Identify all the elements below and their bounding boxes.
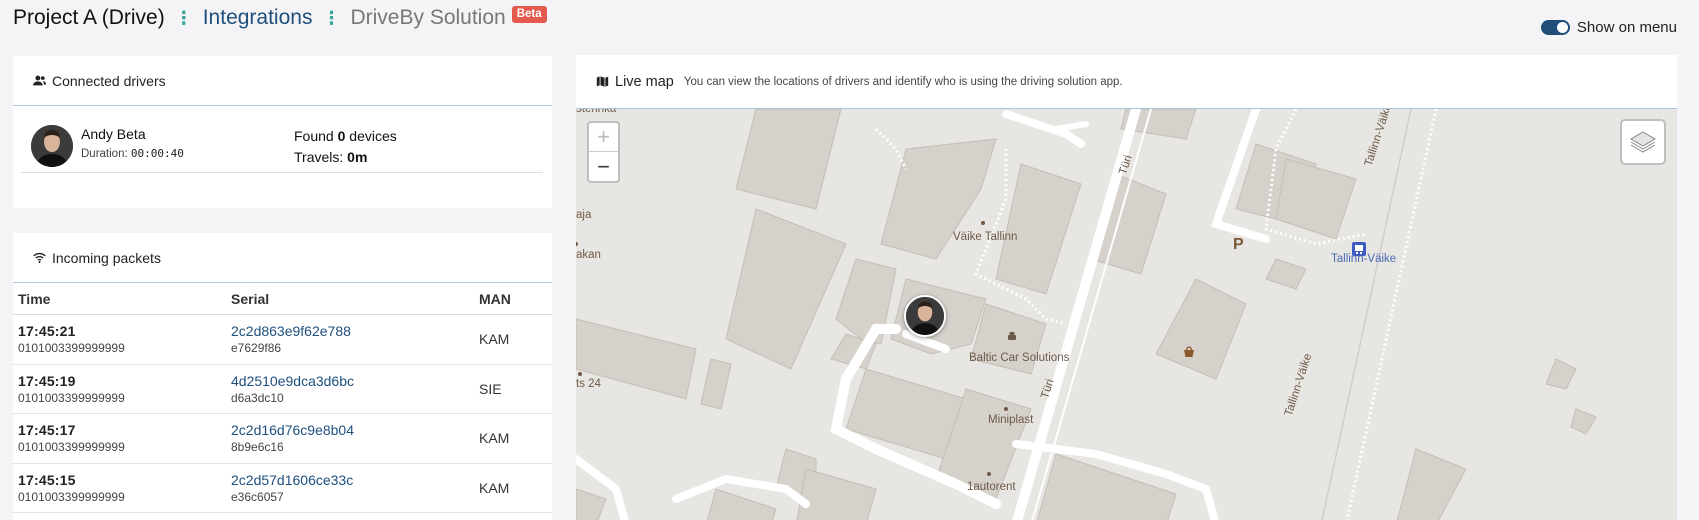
- poi-label-1autorent: 1autorent: [967, 481, 1016, 493]
- packet-man: KAM: [479, 479, 510, 496]
- connected-drivers-header: Connected drivers: [13, 56, 552, 106]
- column-header-serial[interactable]: Serial: [231, 291, 479, 307]
- map-edge-label: aja: [576, 209, 592, 221]
- zoom-out-button[interactable]: −: [589, 152, 618, 181]
- show-on-menu-control: Show on menu: [1540, 19, 1677, 36]
- packets-table-header: Time Serial MAN: [13, 283, 552, 315]
- breadcrumb-integrations-link[interactable]: Integrations: [203, 6, 313, 30]
- breadcrumb-separator-icon: ⋮: [174, 8, 193, 28]
- packet-serial-sub: 8b9e6c16: [231, 440, 284, 455]
- packet-serial-sub: d6a3dc10: [231, 390, 284, 405]
- packets-table-body: 17:45:21 0101003399999999 2c2d863e9f62e78…: [13, 315, 552, 513]
- layers-icon: [1630, 131, 1656, 153]
- live-map-card: Live map You can view the locations of d…: [576, 55, 1677, 520]
- page-title: DriveBy Solution: [350, 6, 506, 29]
- packet-serial-link[interactable]: 2c2d57d1606ce33c: [231, 472, 479, 488]
- packet-imei: 0101003399999999: [18, 390, 125, 405]
- show-on-menu-toggle[interactable]: [1540, 20, 1570, 35]
- poi-label-miniplast: Miniplast: [988, 414, 1034, 426]
- connected-drivers-title: Connected drivers: [52, 72, 166, 89]
- breadcrumb-project[interactable]: Project A (Drive): [13, 6, 165, 30]
- packet-time: 17:45:15: [18, 471, 76, 488]
- driver-row[interactable]: Andy Beta Duration: 00:00:40 Found 0 dev…: [21, 121, 543, 173]
- packet-serial-link[interactable]: 2c2d863e9f62e788: [231, 323, 479, 339]
- zoom-in-button[interactable]: +: [589, 123, 618, 152]
- table-row[interactable]: 17:45:17 0101003399999999 2c2d16d76c9e8b0…: [13, 414, 552, 464]
- poi-label-tallinn-vaike-stop: Tallinn-Väike: [1331, 253, 1397, 265]
- table-row[interactable]: 17:45:21 0101003399999999 2c2d863e9f62e78…: [13, 315, 552, 365]
- packet-time: 17:45:17: [18, 422, 76, 439]
- map-edge-label: ts 24: [576, 378, 601, 390]
- column-header-time[interactable]: Time: [13, 291, 231, 307]
- driver-duration: Duration: 00:00:40: [81, 147, 184, 160]
- map-edge-label: akan: [576, 249, 601, 261]
- packet-imei: 0101003399999999: [18, 489, 125, 504]
- incoming-packets-title: Incoming packets: [52, 249, 161, 266]
- users-icon: [33, 75, 46, 86]
- driver-map-marker[interactable]: [904, 295, 946, 337]
- driver-travels: Travels: 0m: [294, 149, 368, 165]
- toggle-knob: [1556, 22, 1568, 33]
- breadcrumb: Project A (Drive) ⋮ Integrations ⋮ Drive…: [13, 4, 547, 32]
- packet-man: SIE: [479, 380, 502, 397]
- packet-serial-link[interactable]: 2c2d16d76c9e8b04: [231, 422, 479, 438]
- poi-label-vaike-tallinn: Väike Tallinn: [953, 231, 1018, 243]
- avatar: [31, 125, 73, 167]
- driver-name: Andy Beta: [81, 126, 146, 142]
- live-map-header: Live map You can view the locations of d…: [576, 55, 1677, 109]
- driver-found-devices: Found 0 devices: [294, 128, 397, 144]
- packet-time: 17:45:19: [18, 372, 76, 389]
- live-map-description: You can view the locations of drivers an…: [683, 75, 1123, 88]
- packet-serial-sub: e36c6057: [231, 489, 284, 504]
- wifi-icon: [33, 252, 46, 263]
- poi-label-baltic-car-solutions: Baltic Car Solutions: [969, 352, 1070, 364]
- connected-drivers-card: Connected drivers Andy Beta Duration: 00…: [13, 56, 552, 208]
- live-map-title: Live map: [615, 73, 674, 90]
- table-row[interactable]: 17:45:19 0101003399999999 4d2510e9dca3d6b…: [13, 365, 552, 414]
- parking-icon: P: [1233, 236, 1244, 253]
- table-row[interactable]: 17:45:15 0101003399999999 2c2d57d1606ce33…: [13, 464, 552, 513]
- incoming-packets-header: Incoming packets: [13, 233, 552, 283]
- packet-serial-sub: e7629f86: [231, 341, 282, 356]
- packet-serial-link[interactable]: 4d2510e9dca3d6bc: [231, 373, 479, 389]
- map-canvas[interactable]: P Türi Türi Tallinn-Väike Tallinn-Väike …: [576, 109, 1677, 520]
- map-icon: [596, 76, 609, 87]
- map-edge-label: sterinka: [576, 109, 617, 115]
- incoming-packets-card: Incoming packets Time Serial MAN 17:45:2…: [13, 233, 552, 520]
- packet-man: KAM: [479, 331, 510, 348]
- packet-time: 17:45:21: [18, 323, 76, 340]
- breadcrumb-separator-icon: ⋮: [322, 8, 341, 28]
- show-on-menu-label: Show on menu: [1576, 19, 1677, 36]
- layers-button[interactable]: [1620, 119, 1666, 165]
- column-header-man[interactable]: MAN: [479, 291, 552, 307]
- packet-man: KAM: [479, 430, 510, 447]
- beta-badge: Beta: [511, 5, 547, 23]
- packet-imei: 0101003399999999: [18, 341, 125, 356]
- packet-imei: 0101003399999999: [18, 440, 125, 455]
- zoom-control: + −: [587, 121, 620, 183]
